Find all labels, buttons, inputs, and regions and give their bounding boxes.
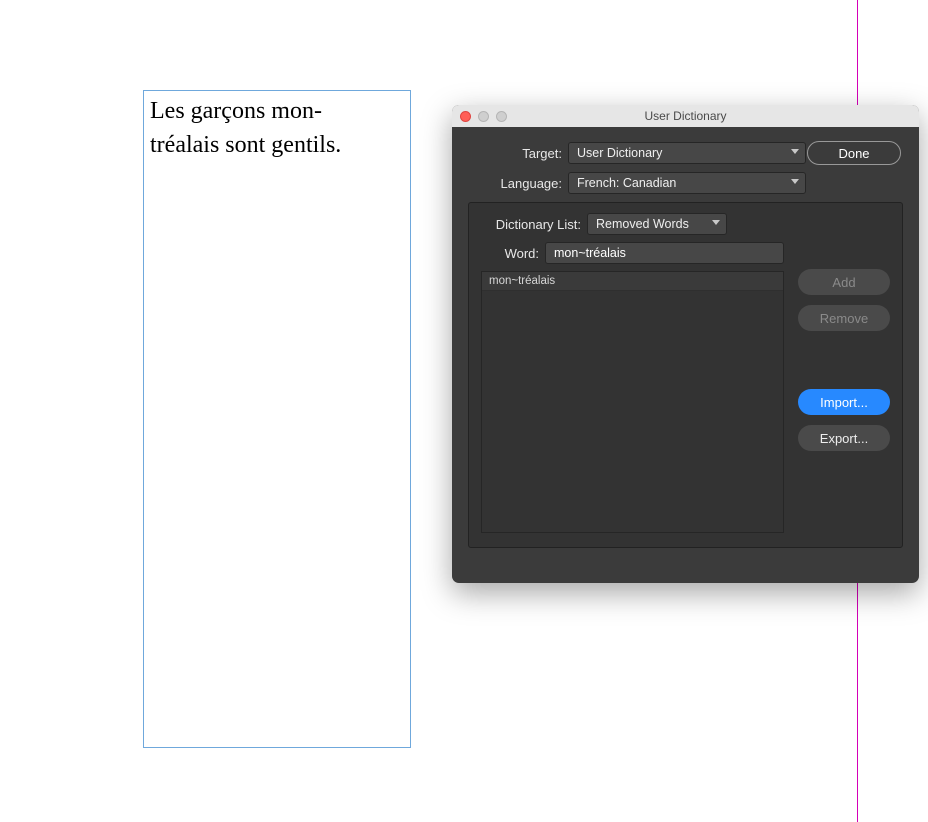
traffic-lights [460, 111, 507, 122]
language-row: Language: French: Canadian [468, 172, 903, 194]
dictionary-list-select[interactable]: Removed Words [587, 213, 727, 235]
word-input[interactable] [545, 242, 784, 264]
document-text[interactable]: Les garçons mon- tréalais sont gentils. [150, 95, 404, 162]
target-label: Target: [468, 146, 562, 161]
import-button[interactable]: Import... [798, 389, 890, 415]
close-window-button[interactable] [460, 111, 471, 122]
language-label: Language: [468, 176, 562, 191]
target-select-value: User Dictionary [577, 146, 662, 160]
word-list[interactable]: mon~tréalais [481, 271, 784, 533]
user-dictionary-dialog: User Dictionary Target: User Dictionary … [452, 105, 919, 583]
dictionary-list-row: Dictionary List: Removed Words [481, 213, 784, 235]
dictionary-section: Dictionary List: Removed Words Word: mon… [468, 202, 903, 548]
word-label: Word: [481, 246, 539, 261]
list-item[interactable]: mon~tréalais [482, 272, 783, 291]
chevron-down-icon [791, 179, 799, 187]
remove-button: Remove [798, 305, 890, 331]
button-spacer [798, 341, 890, 379]
text-frame[interactable]: Les garçons mon- tréalais sont gentils. [143, 90, 411, 748]
chevron-down-icon [712, 220, 720, 228]
text-line-1: Les garçons mon- [150, 98, 322, 124]
export-button[interactable]: Export... [798, 425, 890, 451]
text-line-2: tréalais sont gentils. [150, 132, 341, 158]
language-select[interactable]: French: Canadian [568, 172, 806, 194]
target-row: Target: User Dictionary Done [468, 141, 903, 165]
dialog-titlebar[interactable]: User Dictionary [452, 105, 919, 127]
add-button: Add [798, 269, 890, 295]
target-select[interactable]: User Dictionary [568, 142, 806, 164]
done-button[interactable]: Done [807, 141, 901, 165]
word-row: Word: [481, 242, 784, 264]
dictionary-left-column: Dictionary List: Removed Words Word: mon… [481, 213, 784, 533]
dictionary-right-column: Add Remove Import... Export... [798, 213, 890, 533]
dictionary-list-value: Removed Words [596, 217, 689, 231]
dialog-title: User Dictionary [452, 109, 919, 123]
language-select-value: French: Canadian [577, 176, 676, 190]
maximize-window-button [496, 111, 507, 122]
dialog-body: Target: User Dictionary Done Language: F… [452, 127, 919, 564]
chevron-down-icon [791, 149, 799, 157]
dictionary-list-label: Dictionary List: [481, 217, 581, 232]
minimize-window-button [478, 111, 489, 122]
